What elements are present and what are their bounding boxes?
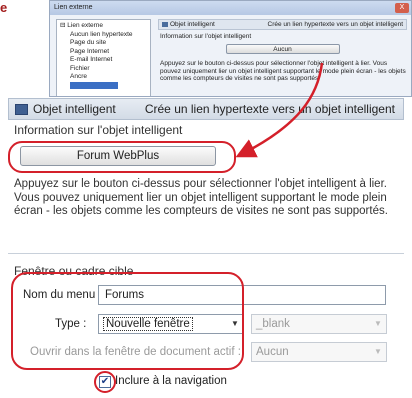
annotation-arrow (235, 62, 324, 158)
